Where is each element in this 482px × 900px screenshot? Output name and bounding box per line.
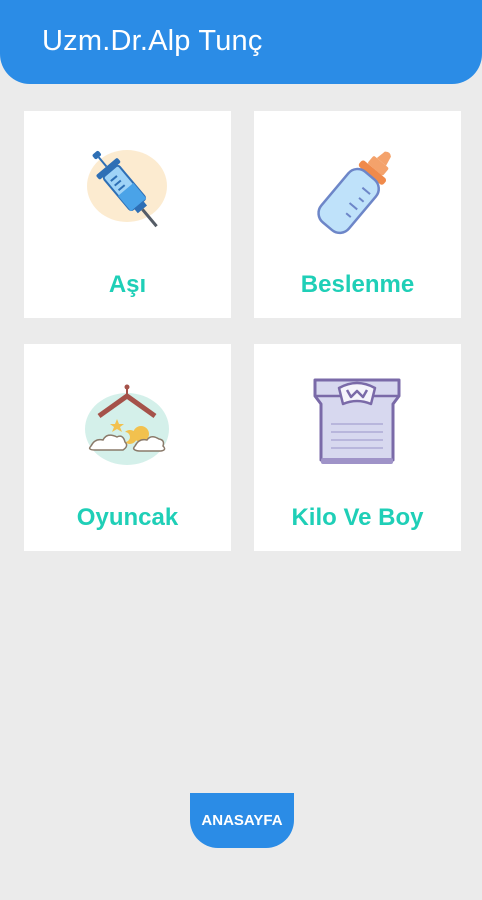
menu-card-kilo-ve-boy[interactable]: Kilo Ve Boy [254, 344, 461, 551]
menu-card-asi[interactable]: Aşı [24, 111, 231, 318]
toy-house-icon [77, 374, 177, 474]
syringe-icon [77, 141, 177, 241]
menu-card-label: Beslenme [300, 271, 415, 298]
menu-card-label: Kilo Ve Boy [291, 504, 424, 531]
app-title: Uzm.Dr.Alp Tunç [42, 25, 263, 57]
menu-card-label: Oyuncak [76, 504, 179, 531]
menu-card-beslenme[interactable]: Beslenme [254, 111, 461, 318]
scale-icon [307, 374, 407, 474]
baby-bottle-icon [307, 141, 407, 241]
menu-card-oyuncak[interactable]: Oyuncak [24, 344, 231, 551]
menu-card-label: Aşı [108, 271, 147, 298]
home-button[interactable]: ANASAYFA [190, 793, 294, 848]
app-bar: Uzm.Dr.Alp Tunç [0, 0, 482, 84]
